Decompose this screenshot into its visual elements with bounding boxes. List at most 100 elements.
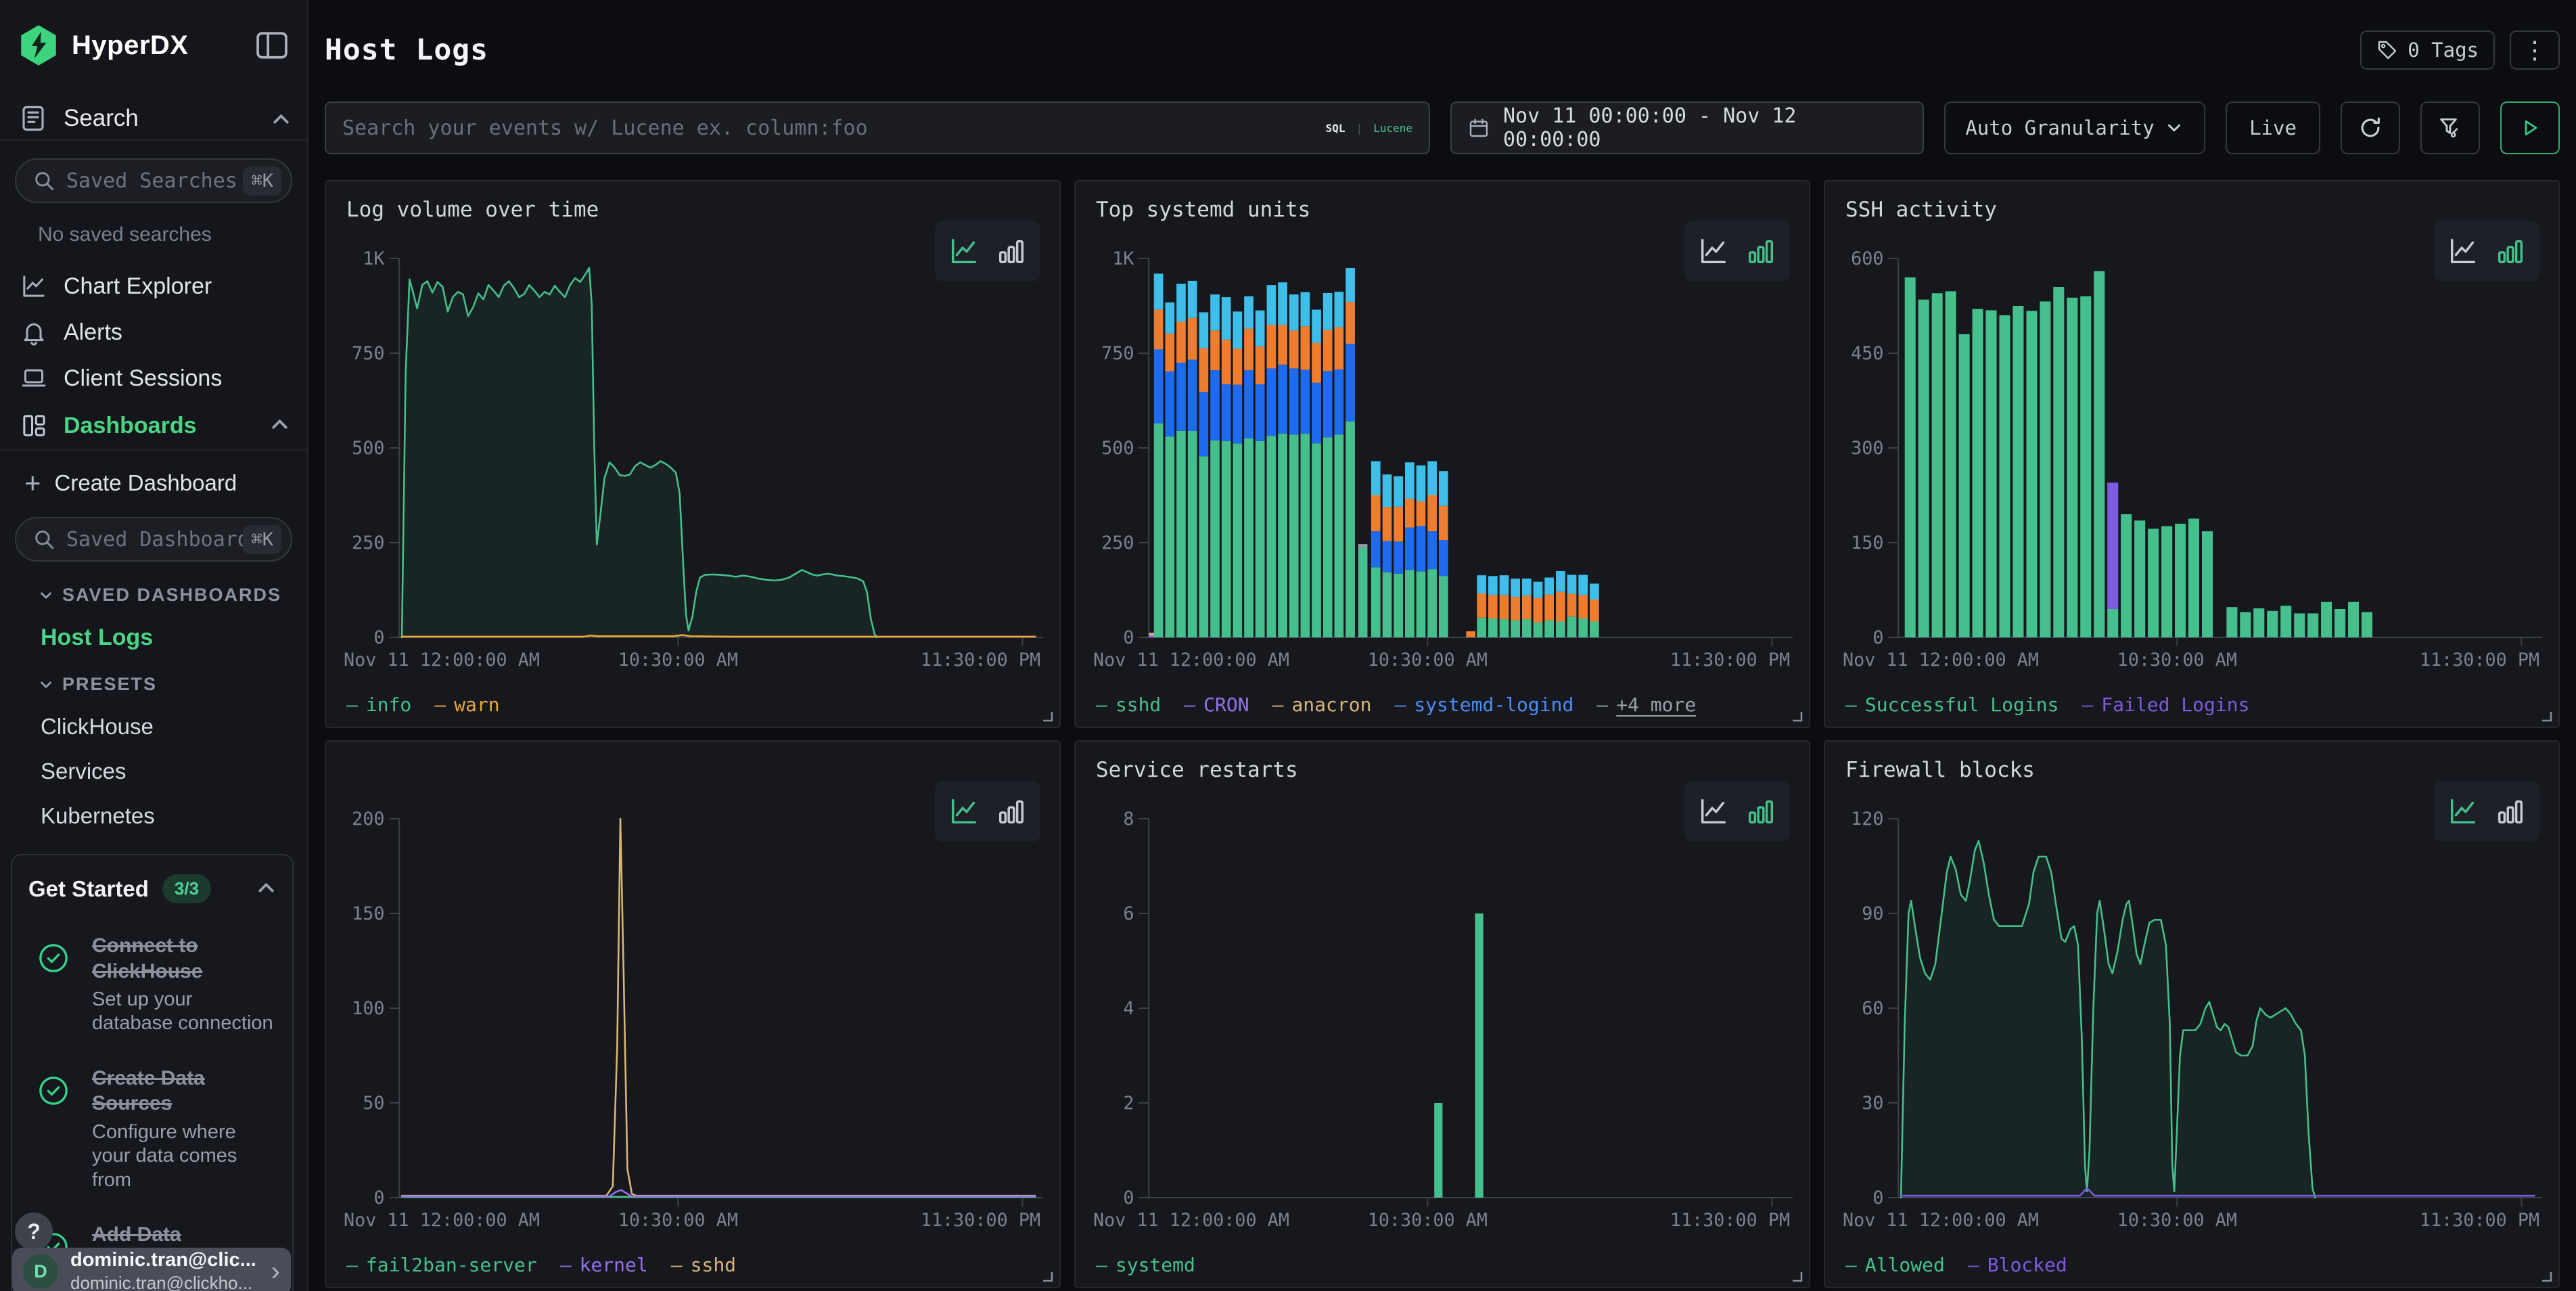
- svg-text:0: 0: [373, 1187, 384, 1208]
- resize-handle-icon[interactable]: [2538, 708, 2554, 724]
- sidebar-item-host-logs[interactable]: Host Logs: [41, 625, 307, 651]
- legend-item: —info: [346, 694, 411, 716]
- chevron-down-icon: [2164, 118, 2184, 138]
- legend-more-link[interactable]: —+4 more: [1596, 694, 1696, 716]
- sidebar-item-search[interactable]: Search: [0, 97, 307, 141]
- legend-item: —anacron: [1272, 694, 1372, 716]
- resize-handle-icon[interactable]: [1039, 708, 1055, 724]
- svg-text:30: 30: [1862, 1093, 1883, 1114]
- time-range-picker[interactable]: Nov 11 00:00:00 - Nov 12 00:00:00: [1450, 101, 1924, 154]
- hyperdx-logo-icon: [19, 24, 58, 66]
- chevron-right-icon: ›: [271, 1256, 280, 1287]
- svg-text:6: 6: [1123, 903, 1134, 924]
- svg-text:250: 250: [352, 533, 384, 553]
- chart-legend: —fail2ban-server—kernel—sshd: [346, 1254, 736, 1276]
- svg-text:150: 150: [1851, 533, 1883, 553]
- chart-canvas[interactable]: 1209060300Nov 11 12:00:00 AM10:30:00 AM1…: [1841, 798, 2545, 1231]
- sidebar-item-services[interactable]: Services: [41, 758, 307, 784]
- svg-text:11:30:00 PM: 11:30:00 PM: [2420, 1210, 2539, 1231]
- svg-text:0: 0: [1872, 1187, 1883, 1208]
- get-started-progress-badge: 3/3: [162, 874, 211, 903]
- chart-canvas[interactable]: 1K7505002500Nov 11 12:00:00 AM10:30:00 A…: [342, 238, 1046, 671]
- event-search-input[interactable]: [342, 116, 1326, 140]
- kebab-icon: ⋮: [2523, 37, 2547, 64]
- dashboard-grid: Log volume over time 1K7505002500Nov 11 …: [325, 180, 2560, 1288]
- get-started-step[interactable]: Connect to ClickHouse Set up your databa…: [28, 933, 276, 1036]
- chart-canvas[interactable]: 200150100500Nov 11 12:00:00 AM10:30:00 A…: [342, 798, 1046, 1231]
- svg-text:750: 750: [352, 343, 384, 364]
- lang-separator: |: [1356, 122, 1363, 135]
- user-menu[interactable]: D dominic.tran@clic... dominic.tran@clic…: [12, 1248, 291, 1291]
- svg-text:300: 300: [1851, 438, 1883, 459]
- chevron-down-icon: [41, 587, 52, 599]
- saved-searches-input[interactable]: [66, 169, 243, 193]
- no-saved-searches-note: No saved searches: [38, 223, 307, 246]
- filter-button[interactable]: [2420, 101, 2480, 154]
- more-options-button[interactable]: ⋮: [2510, 30, 2560, 70]
- section-saved-dashboards[interactable]: SAVED DASHBOARDS: [42, 585, 307, 606]
- legend-item: —CRON: [1184, 694, 1249, 716]
- create-dashboard-button[interactable]: + Create Dashboard: [24, 464, 307, 502]
- svg-text:0: 0: [1123, 627, 1134, 648]
- svg-text:11:30:00 PM: 11:30:00 PM: [2420, 650, 2539, 671]
- panel-log-volume: Log volume over time 1K7505002500Nov 11 …: [325, 180, 1061, 728]
- sidebar-item-alerts[interactable]: Alerts: [0, 310, 307, 355]
- section-presets[interactable]: PRESETS: [42, 674, 307, 695]
- svg-text:60: 60: [1862, 998, 1883, 1019]
- svg-text:Nov 11 12:00:00 AM: Nov 11 12:00:00 AM: [1843, 650, 2039, 671]
- refresh-button[interactable]: [2341, 101, 2400, 154]
- chevron-up-icon[interactable]: [258, 882, 274, 899]
- legend-item: —warn: [434, 694, 499, 716]
- chart-canvas[interactable]: 6004503001500Nov 11 12:00:00 AM10:30:00 …: [1841, 238, 2545, 671]
- svg-text:450: 450: [1851, 343, 1883, 364]
- svg-text:2: 2: [1123, 1093, 1134, 1114]
- svg-text:4: 4: [1123, 998, 1134, 1019]
- chart-canvas[interactable]: 86420Nov 11 12:00:00 AM10:30:00 AM11:30:…: [1092, 798, 1795, 1231]
- svg-text:10:30:00 AM: 10:30:00 AM: [2117, 650, 2237, 671]
- svg-text:750: 750: [1101, 343, 1134, 364]
- search-icon: [32, 169, 55, 192]
- legend-item: —systemd-logind: [1394, 694, 1573, 716]
- sidebar-item-dashboards[interactable]: Dashboards: [0, 402, 307, 451]
- svg-text:10:30:00 AM: 10:30:00 AM: [2117, 1210, 2237, 1231]
- svg-text:250: 250: [1101, 533, 1134, 553]
- legend-item: —Allowed: [1845, 1254, 1945, 1276]
- sidebar-item-label: Chart Explorer: [64, 273, 307, 300]
- play-icon: [2518, 116, 2542, 140]
- sidebar-collapse-icon[interactable]: [254, 30, 290, 61]
- svg-text:11:30:00 PM: 11:30:00 PM: [921, 650, 1040, 671]
- legend-item: —Failed Logins: [2082, 694, 2249, 716]
- resize-handle-icon[interactable]: [1789, 1268, 1805, 1284]
- legend-item: —Blocked: [1968, 1254, 2067, 1276]
- granularity-select[interactable]: Auto Granularity: [1944, 101, 2205, 154]
- chart-legend: —systemd: [1096, 1254, 1195, 1276]
- svg-text:150: 150: [352, 903, 384, 924]
- sidebar-item-kubernetes[interactable]: Kubernetes: [41, 803, 307, 829]
- sidebar-item-chart-explorer[interactable]: Chart Explorer: [0, 264, 307, 309]
- search-icon: [32, 528, 55, 551]
- chart-legend: —sshd —CRON —anacron —systemd-logind —+4 mor…: [1096, 694, 1696, 716]
- journal-icon: [19, 104, 47, 133]
- chart-canvas[interactable]: 1K7505002500Nov 11 12:00:00 AM10:30:00 A…: [1092, 238, 1795, 671]
- svg-text:11:30:00 PM: 11:30:00 PM: [921, 1210, 1040, 1231]
- legend-item: —sshd: [1096, 694, 1161, 716]
- live-button[interactable]: Live: [2226, 101, 2320, 154]
- resize-handle-icon[interactable]: [1789, 708, 1805, 724]
- sql-mode-toggle[interactable]: SQL: [1326, 122, 1346, 135]
- svg-text:500: 500: [352, 438, 384, 459]
- resize-handle-icon[interactable]: [1039, 1268, 1055, 1284]
- sidebar-item-client-sessions[interactable]: Client Sessions: [0, 356, 307, 401]
- tags-button[interactable]: 0 Tags: [2360, 30, 2495, 70]
- panel-title: Log volume over time: [346, 198, 599, 222]
- help-button[interactable]: ?: [15, 1213, 53, 1250]
- keyboard-shortcut-badge: ⌘K: [243, 166, 281, 196]
- run-query-button[interactable]: [2500, 101, 2560, 154]
- resize-handle-icon[interactable]: [2538, 1268, 2554, 1284]
- saved-dashboards-input[interactable]: [66, 528, 243, 551]
- lucene-mode-toggle[interactable]: Lucene: [1373, 122, 1412, 135]
- svg-text:120: 120: [1851, 809, 1883, 830]
- get-started-step[interactable]: Create Data Sources Configure where your…: [28, 1066, 276, 1192]
- svg-text:Nov 11 12:00:00 AM: Nov 11 12:00:00 AM: [1843, 1210, 2039, 1231]
- svg-text:1K: 1K: [1112, 248, 1134, 269]
- sidebar-item-clickhouse[interactable]: ClickHouse: [41, 714, 307, 740]
